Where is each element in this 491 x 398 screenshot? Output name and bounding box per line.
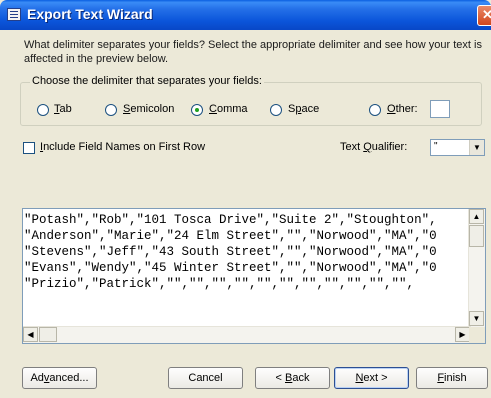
radio-tab[interactable] bbox=[37, 104, 49, 116]
export-text-wizard-window: Export Text Wizard ✕ What delimiter sepa… bbox=[0, 0, 491, 398]
text-qualifier-select[interactable]: " ▼ bbox=[430, 139, 485, 156]
preview-line: "Stevens","Jeff","43 South Street","","N… bbox=[24, 245, 437, 259]
delimiter-group-label: Choose the delimiter that separates your… bbox=[30, 75, 264, 87]
scroll-left-icon[interactable]: ◀ bbox=[23, 327, 38, 342]
radio-other[interactable] bbox=[369, 104, 381, 116]
radio-space-label[interactable]: Space bbox=[288, 103, 319, 115]
preview-text: "Potash","Rob","101 Tosca Drive","Suite … bbox=[23, 209, 471, 327]
include-field-names-checkbox[interactable] bbox=[23, 142, 35, 154]
vertical-scroll-thumb[interactable] bbox=[469, 225, 484, 247]
app-form-icon bbox=[7, 8, 21, 21]
advanced-button[interactable]: Advanced... bbox=[22, 367, 97, 389]
back-button[interactable]: < Back bbox=[255, 367, 330, 389]
radio-other-label[interactable]: Other: bbox=[387, 103, 418, 115]
chevron-down-icon[interactable]: ▼ bbox=[469, 140, 484, 155]
text-qualifier-label: Text Qualifier: bbox=[340, 141, 408, 153]
preview-line: "Anderson","Marie","24 Elm Street","","N… bbox=[24, 229, 437, 243]
next-button[interactable]: Next > bbox=[334, 367, 409, 389]
scroll-right-icon[interactable]: ▶ bbox=[455, 327, 470, 342]
radio-comma-label[interactable]: Comma bbox=[209, 103, 248, 115]
vertical-scrollbar[interactable]: ▲ ▼ bbox=[468, 209, 485, 327]
delimiter-prompt: What delimiter separates your fields? Se… bbox=[24, 39, 482, 65]
preview-line: "Potash","Rob","101 Tosca Drive","Suite … bbox=[24, 213, 437, 227]
text-qualifier-value: " bbox=[434, 141, 438, 152]
radio-comma[interactable] bbox=[191, 104, 203, 116]
scroll-up-icon[interactable]: ▲ bbox=[469, 209, 484, 224]
scroll-down-icon[interactable]: ▼ bbox=[469, 311, 484, 326]
preview-line: "Prizio","Patrick","","","","","","","",… bbox=[24, 277, 415, 291]
radio-semicolon[interactable] bbox=[105, 104, 117, 116]
finish-button[interactable]: Finish bbox=[416, 367, 488, 389]
horizontal-scroll-thumb[interactable] bbox=[39, 327, 57, 342]
preview-pane[interactable]: "Potash","Rob","101 Tosca Drive","Suite … bbox=[22, 208, 486, 344]
radio-space[interactable] bbox=[270, 104, 282, 116]
other-delimiter-input[interactable] bbox=[430, 100, 450, 118]
close-button[interactable]: ✕ bbox=[477, 5, 491, 26]
title-bar[interactable]: Export Text Wizard ✕ bbox=[0, 0, 491, 30]
scrollbar-corner bbox=[469, 327, 485, 343]
cancel-button[interactable]: Cancel bbox=[168, 367, 243, 389]
window-title: Export Text Wizard bbox=[27, 6, 153, 22]
radio-tab-label[interactable]: Tab bbox=[54, 103, 72, 115]
horizontal-scrollbar[interactable]: ◀ ▶ bbox=[23, 326, 471, 343]
include-field-names-label[interactable]: Include Field Names on First Row bbox=[40, 141, 205, 153]
radio-semicolon-label[interactable]: Semicolon bbox=[123, 103, 174, 115]
preview-line: "Evans","Wendy","45 Winter Street","","N… bbox=[24, 261, 437, 275]
